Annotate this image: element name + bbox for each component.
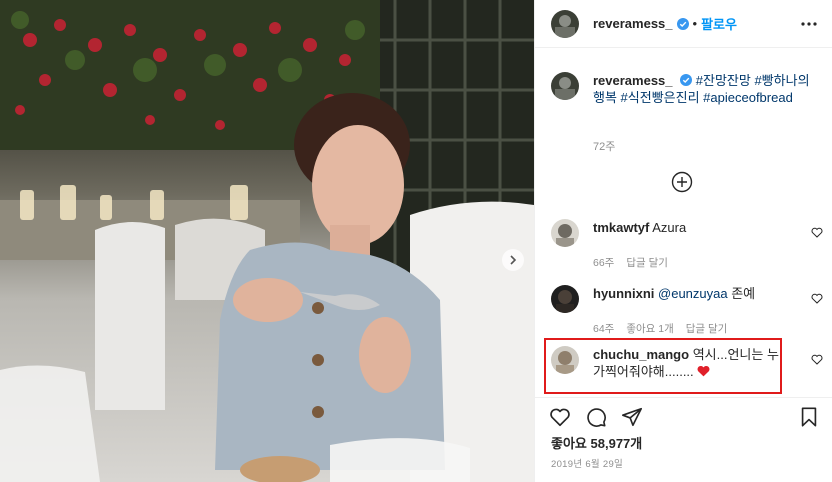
post-photo-image xyxy=(0,0,534,482)
chevron-right-icon xyxy=(510,255,517,265)
comment-text: chuchu_mango 역시...언니는 누가찍어줘야해........ xyxy=(593,346,789,380)
follow-button[interactable]: 팔로우 xyxy=(701,14,737,33)
comment-item: hyunnixni @eunzuyaa 존예 64주 좋아요 1개 답글 달기 xyxy=(551,285,823,336)
heart-icon[interactable] xyxy=(811,354,823,365)
heart-icon[interactable] xyxy=(811,227,823,238)
post-date: 2019년 6월 29일 xyxy=(551,459,624,470)
heart-icon[interactable] xyxy=(811,293,823,304)
like-label: 좋아요 xyxy=(551,436,587,451)
red-heart-emoji-icon xyxy=(697,365,710,377)
post-action-bar: 좋아요 58,977개 2019년 6월 29일 xyxy=(535,397,832,482)
post-photo[interactable] xyxy=(0,0,534,482)
comment-text: tmkawtyf Azura xyxy=(593,219,789,247)
comment-text: hyunnixni @eunzuyaa 존예 xyxy=(593,285,789,313)
comment-item: tmkawtyf Azura 66주 답글 달기 xyxy=(551,219,823,270)
comment-body: 존예 xyxy=(731,286,756,301)
comment-like-count[interactable]: 좋아요 1개 xyxy=(626,321,673,336)
commenter-username[interactable]: tmkawtyf xyxy=(593,220,649,235)
heart-icon[interactable] xyxy=(549,406,571,428)
comment-item: chuchu_mango 역시...언니는 누가찍어줘야해........ xyxy=(551,346,823,380)
comment-bubble-icon[interactable] xyxy=(585,406,607,428)
verified-badge-icon xyxy=(680,74,693,86)
comment-meta: 66주 답글 달기 xyxy=(593,255,823,270)
like-count[interactable]: 좋아요 58,977개 xyxy=(551,433,642,452)
like-number: 58,977개 xyxy=(590,436,643,451)
comment-time: 64주 xyxy=(593,323,615,335)
caption-body: reveramess_ #잔망잔망 #빵하나의행복 #식전빵은진리 #apiec… xyxy=(593,72,817,106)
caption-avatar[interactable] xyxy=(551,72,579,100)
comment-body: Azura xyxy=(652,220,687,235)
comment-meta: 64주 좋아요 1개 답글 달기 xyxy=(593,321,823,336)
author-avatar[interactable] xyxy=(551,9,579,38)
separator-dot: • xyxy=(692,16,698,31)
commenter-username[interactable]: hyunnixni xyxy=(593,286,654,301)
hashtag[interactable]: #잔망잔망 xyxy=(696,73,751,88)
hashtag[interactable]: #apieceofbread xyxy=(703,90,793,105)
carousel-next-button[interactable] xyxy=(502,249,524,271)
author-username[interactable]: reveramess_ xyxy=(593,16,673,31)
paper-plane-icon[interactable] xyxy=(621,406,643,428)
post-header: reveramess_ • 팔로우 xyxy=(535,0,832,48)
commenter-avatar[interactable] xyxy=(551,346,579,374)
hashtag[interactable]: #식전빵은진리 xyxy=(621,90,700,105)
post-caption: reveramess_ #잔망잔망 #빵하나의행복 #식전빵은진리 #apiec… xyxy=(551,72,823,106)
comment-time: 66주 xyxy=(593,257,615,269)
commenter-username[interactable]: chuchu_mango xyxy=(593,347,689,362)
caption-username[interactable]: reveramess_ xyxy=(593,73,673,88)
more-options-icon[interactable] xyxy=(801,18,817,30)
bookmark-icon[interactable] xyxy=(798,406,820,428)
commenter-avatar[interactable] xyxy=(551,285,579,313)
comment-mention[interactable]: @eunzuyaa xyxy=(658,286,728,301)
commenter-avatar[interactable] xyxy=(551,219,579,247)
post-sidebar: reveramess_ • 팔로우 reveramess_ #잔망잔망 #빵하나… xyxy=(534,0,832,482)
reply-button[interactable]: 답글 달기 xyxy=(686,321,728,336)
plus-circle-icon[interactable] xyxy=(671,171,693,193)
reply-button[interactable]: 답글 달기 xyxy=(626,255,668,270)
verified-badge-icon xyxy=(676,17,689,30)
caption-timestamp: 72주 xyxy=(593,141,616,153)
